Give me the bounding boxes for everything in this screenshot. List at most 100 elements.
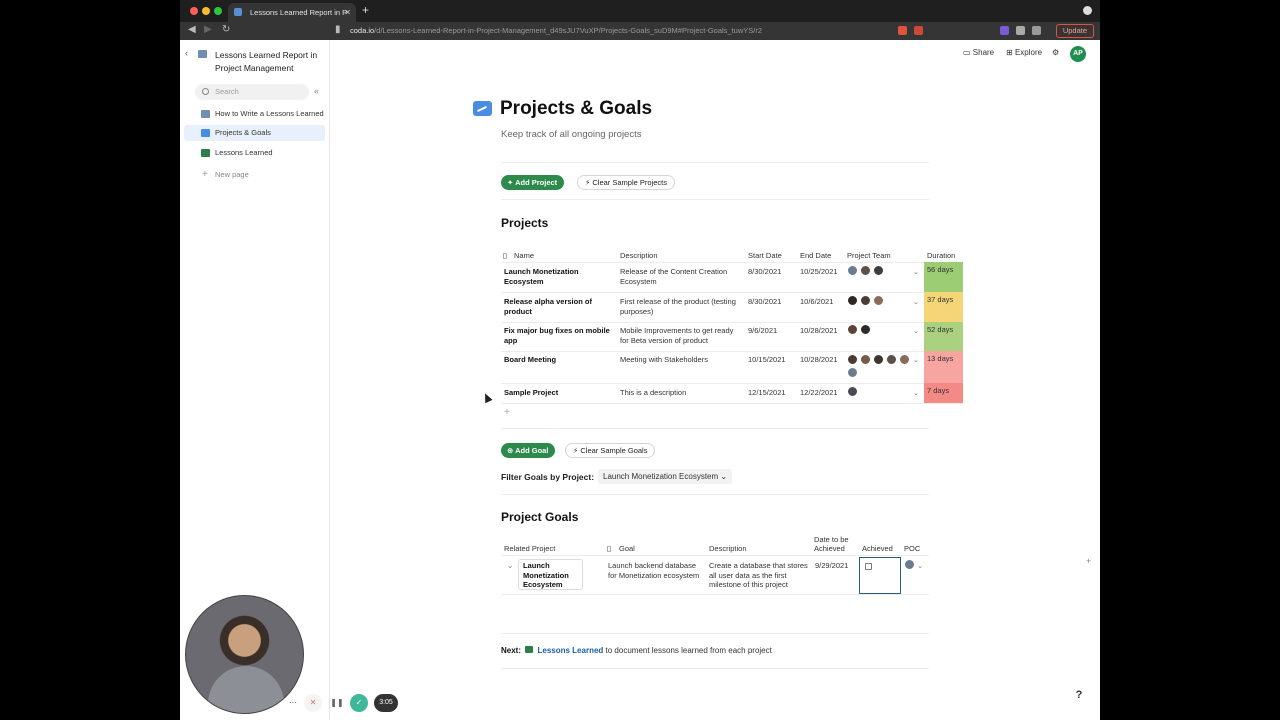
page-subtitle[interactable]: Keep track of all ongoing projects: [501, 129, 641, 140]
duration-cell[interactable]: 13 days: [924, 351, 963, 383]
project-goals-heading[interactable]: Project Goals: [501, 510, 578, 524]
col-poc[interactable]: POC: [904, 544, 920, 553]
project-end[interactable]: 10/25/2021: [800, 267, 838, 277]
bookmark-icon[interactable]: ▮: [335, 24, 341, 35]
project-name[interactable]: Sample Project: [504, 388, 614, 398]
col-start-date[interactable]: Start Date: [748, 251, 782, 260]
project-description[interactable]: Release of the Content Creation Ecosyste…: [620, 267, 738, 286]
goal-date[interactable]: 9/29/2021: [815, 561, 848, 571]
search-input[interactable]: Search: [195, 84, 309, 100]
project-start[interactable]: 8/30/2021: [748, 267, 781, 277]
project-name[interactable]: Fix major bug fixes on mobile app: [504, 326, 616, 345]
filter-project-select[interactable]: Launch Monetization Ecosystem ⌄: [598, 469, 733, 484]
brave-shield-icon[interactable]: [898, 26, 907, 35]
achieved-cell[interactable]: [859, 557, 901, 594]
add-column-icon[interactable]: +: [1086, 556, 1091, 566]
explore-button[interactable]: ⊞ Explore: [1006, 48, 1042, 57]
user-avatar[interactable]: AP: [1070, 46, 1086, 62]
chevron-down-icon[interactable]: ⌄: [913, 268, 919, 276]
related-project-card[interactable]: Launch Monetization Ecosystem: [518, 559, 583, 590]
duration-cell[interactable]: 37 days: [924, 292, 963, 322]
col-related-project[interactable]: Related Project: [504, 544, 555, 553]
project-description[interactable]: Meeting with Stakeholders: [620, 355, 738, 365]
lessons-learned-link[interactable]: Lessons Learned: [537, 646, 603, 655]
minimize-window-dot[interactable]: [202, 7, 210, 15]
team-avatar[interactable]: [847, 354, 858, 365]
team-avatar[interactable]: [847, 367, 858, 378]
finish-recording-icon[interactable]: ✓: [350, 694, 368, 712]
team-avatar[interactable]: [860, 354, 871, 365]
add-goal-button[interactable]: ⊕ Add Goal: [501, 443, 556, 458]
close-window-dot[interactable]: [190, 7, 198, 15]
goal-text[interactable]: Launch backend database for Monetization…: [608, 561, 704, 580]
sidebar-item-how-to[interactable]: How to Write a Lessons Learned: [184, 106, 325, 122]
project-start[interactable]: 8/30/2021: [748, 297, 781, 307]
col-goal[interactable]: Goal: [619, 544, 635, 553]
collapse-sidebar-icon[interactable]: «: [314, 86, 319, 96]
settings-gear-icon[interactable]: ⚙: [1052, 48, 1059, 57]
projects-heading[interactable]: Projects: [501, 216, 548, 230]
rewards-icon[interactable]: [914, 26, 923, 35]
pause-icon[interactable]: ❚❚: [328, 694, 346, 712]
chevron-left-icon[interactable]: ‹: [185, 48, 188, 58]
project-start[interactable]: 12/15/2021: [748, 388, 786, 398]
chevron-down-icon[interactable]: ⌄: [913, 389, 919, 397]
team-avatar[interactable]: [886, 354, 897, 365]
chevron-down-icon[interactable]: ⌄: [913, 356, 919, 364]
extension-1-icon[interactable]: [1000, 26, 1009, 35]
team-avatar[interactable]: [860, 324, 871, 335]
col-description[interactable]: Description: [620, 251, 658, 260]
new-page-button[interactable]: + New page: [184, 167, 325, 183]
project-start[interactable]: 10/15/2021: [748, 355, 786, 365]
maximize-window-dot[interactable]: [214, 7, 222, 15]
project-description[interactable]: This is a description: [620, 388, 738, 398]
chevron-down-icon[interactable]: ⌄: [507, 561, 513, 571]
puzzle-icon[interactable]: [1016, 26, 1025, 35]
share-button[interactable]: ▭ Share: [963, 48, 994, 57]
project-description[interactable]: First release of the product (testing pu…: [620, 297, 738, 316]
wallet-icon[interactable]: [1032, 26, 1041, 35]
page-title[interactable]: Projects & Goals: [500, 98, 652, 120]
col-duration[interactable]: Duration: [927, 251, 955, 260]
clear-sample-projects-button[interactable]: ⚡ Clear Sample Projects: [577, 175, 675, 190]
team-avatar[interactable]: [899, 354, 910, 365]
project-end[interactable]: 10/6/2021: [800, 297, 833, 307]
forward-arrow-icon[interactable]: ▶: [204, 24, 212, 35]
team-avatar[interactable]: [847, 324, 858, 335]
chevron-down-icon[interactable]: ⌄: [913, 298, 919, 306]
close-tab-icon[interactable]: ✕: [344, 3, 351, 22]
project-name[interactable]: Board Meeting: [504, 355, 614, 365]
project-end[interactable]: 12/22/2021: [800, 388, 838, 398]
doc-title[interactable]: Lessons Learned Report in Project Manage…: [215, 49, 325, 75]
col-date-to-be-achieved[interactable]: Date to be Achieved: [814, 535, 856, 553]
team-avatar[interactable]: [860, 265, 871, 276]
project-end[interactable]: 10/28/2021: [800, 326, 838, 336]
team-avatar[interactable]: [847, 386, 858, 397]
project-description[interactable]: Mobile Improvements to get ready for Bet…: [620, 326, 744, 345]
add-project-button[interactable]: ✦ Add Project: [501, 175, 565, 190]
help-button[interactable]: ?: [1070, 686, 1088, 704]
goal-description[interactable]: Create a database that stores all user d…: [709, 561, 813, 590]
team-avatar[interactable]: [873, 354, 884, 365]
browser-tab[interactable]: Lessons Learned Report in P ✕: [228, 3, 356, 22]
sidebar-item-lessons-learned[interactable]: Lessons Learned: [184, 145, 325, 161]
col-name[interactable]: Name: [514, 251, 534, 260]
col-achieved[interactable]: Achieved: [862, 544, 893, 553]
new-tab-icon[interactable]: +: [362, 3, 369, 17]
duration-cell[interactable]: 7 days: [924, 383, 963, 403]
project-end[interactable]: 10/28/2021: [800, 355, 838, 365]
achieved-checkbox[interactable]: [865, 563, 872, 570]
url-field[interactable]: coda.io/d/Lessons-Learned-Report-in-Proj…: [350, 23, 1050, 39]
col-goal-description[interactable]: Description: [709, 544, 747, 553]
team-avatar[interactable]: [847, 295, 858, 306]
duration-cell[interactable]: 52 days: [924, 322, 963, 351]
update-button[interactable]: Update: [1055, 24, 1094, 38]
reload-icon[interactable]: ↻: [222, 24, 230, 35]
project-name[interactable]: Launch Monetization Ecosystem: [504, 267, 614, 286]
chevron-down-icon[interactable]: ⌄: [913, 327, 919, 335]
duration-cell[interactable]: 56 days: [924, 262, 963, 292]
cancel-recording-icon[interactable]: ✕: [304, 694, 322, 712]
poc-avatar[interactable]: [904, 559, 915, 570]
clear-sample-goals-button[interactable]: ⚡ Clear Sample Goals: [565, 443, 656, 458]
sidebar-item-projects-goals[interactable]: Projects & Goals: [184, 125, 325, 141]
